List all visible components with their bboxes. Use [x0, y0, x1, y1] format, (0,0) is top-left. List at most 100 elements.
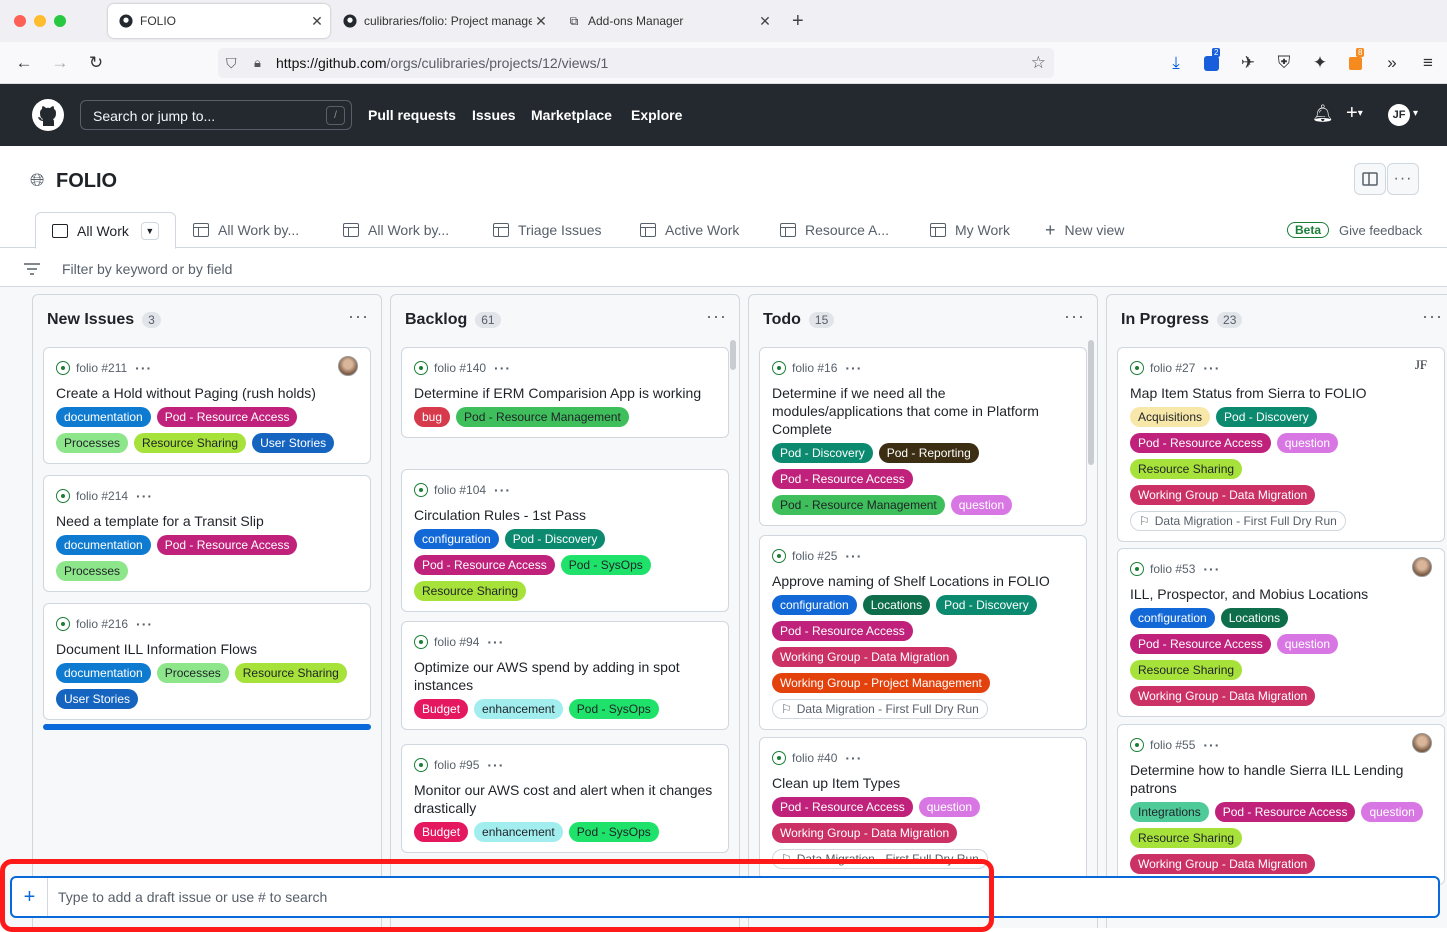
milestone-badge[interactable]: ⚐ Data Migration - First Full Dry Run: [772, 699, 988, 719]
issue-title[interactable]: ILL, Prospector, and Mobius Locations: [1130, 585, 1432, 603]
column-menu-icon[interactable]: ···: [1422, 307, 1443, 325]
issue-ref[interactable]: folio #94: [434, 635, 479, 649]
lock-icon[interactable]: 🔒︎: [254, 55, 272, 71]
label-locations[interactable]: Locations: [1220, 608, 1289, 628]
issue-title[interactable]: Clean up Item Types: [772, 774, 1074, 792]
notification-bell-icon[interactable]: 🔔︎: [1312, 104, 1334, 124]
issue-card[interactable]: folio #27 ··· JF Map Item Status from Sierr…: [1117, 347, 1445, 542]
column-menu-icon[interactable]: ···: [1064, 307, 1085, 325]
project-menu-icon[interactable]: ···: [1387, 163, 1419, 195]
label-budget[interactable]: Budget: [414, 822, 469, 842]
issue-ref[interactable]: folio #40: [792, 751, 837, 765]
create-new-icon[interactable]: +▾: [1346, 102, 1363, 125]
label-pod-discovery[interactable]: Pod - Discovery: [772, 443, 873, 463]
issue-ref[interactable]: folio #55: [1150, 738, 1195, 752]
label-pod-discovery[interactable]: Pod - Discovery: [504, 529, 606, 549]
label-pod-resource-access[interactable]: Pod - Resource Access: [1130, 634, 1271, 654]
minimize-window-button[interactable]: [34, 15, 46, 27]
label-pod-resource-management[interactable]: Pod - Resource Management: [456, 407, 629, 427]
issue-title[interactable]: Monitor our AWS cost and alert when it c…: [414, 781, 716, 817]
label-working-group-data-migration[interactable]: Working Group - Data Migration: [772, 823, 958, 843]
chevron-down-icon[interactable]: ▾: [1413, 108, 1418, 119]
issue-ref[interactable]: folio #104: [434, 483, 486, 497]
filter-bar[interactable]: Filter by keyword or by field: [0, 249, 1447, 287]
tab-my-work[interactable]: My Work: [930, 212, 1010, 248]
issue-card[interactable]: folio #104 ··· Circulation Rules - 1st Pas…: [401, 469, 729, 612]
issue-title[interactable]: Need a template for a Transit Slip: [56, 512, 358, 530]
bookmark-star-icon[interactable]: ☆: [1031, 53, 1046, 73]
browser-tab-folio-repo[interactable]: culibraries/folio: Project manage ✕: [332, 4, 554, 38]
label-user-stories[interactable]: User Stories: [56, 689, 139, 709]
issue-ref[interactable]: folio #214: [76, 489, 128, 503]
card-menu-icon[interactable]: ···: [487, 634, 504, 650]
chevron-down-icon[interactable]: ▼: [140, 221, 159, 240]
issue-card[interactable]: folio #25 ··· Approve naming of Shelf Loca…: [759, 535, 1087, 730]
issue-ref[interactable]: folio #216: [76, 617, 128, 631]
label-budget[interactable]: Budget: [414, 699, 469, 719]
label-pod-resource-access[interactable]: Pod - Resource Access: [1130, 433, 1271, 453]
label-enhancement[interactable]: enhancement: [474, 699, 563, 719]
side-panel-icon[interactable]: [1354, 163, 1386, 195]
card-menu-icon[interactable]: ···: [136, 488, 153, 504]
global-search-input[interactable]: Search or jump to... /: [80, 100, 352, 130]
close-window-button[interactable]: [14, 15, 26, 27]
extension-icon[interactable]: ✈: [1236, 52, 1260, 74]
issue-card[interactable]: folio #211 ··· Create a Hold without Pagin…: [43, 347, 371, 464]
label-pod-resource-access[interactable]: Pod - Resource Access: [156, 535, 298, 555]
label-enhancement[interactable]: enhancement: [474, 822, 563, 842]
label-resource-sharing[interactable]: Resource Sharing: [414, 581, 527, 601]
column-scrollbar[interactable]: [730, 340, 736, 370]
forward-arrow-icon[interactable]: →: [48, 52, 72, 74]
zoom-window-button[interactable]: [54, 15, 66, 27]
tab-resource-a[interactable]: Resource A...: [780, 212, 889, 248]
issue-ref[interactable]: folio #95: [434, 758, 479, 772]
label-locations[interactable]: Locations: [862, 595, 931, 615]
issue-card[interactable]: folio #214 ··· Need a template for a Trans…: [43, 475, 371, 592]
column-menu-icon[interactable]: ···: [706, 307, 727, 325]
close-tab-icon[interactable]: ✕: [532, 13, 550, 30]
new-tab-icon[interactable]: +: [792, 10, 804, 33]
issue-title[interactable]: Map Item Status from Sierra to FOLIO: [1130, 384, 1432, 402]
user-avatar[interactable]: JF: [1388, 104, 1410, 126]
label-resource-sharing[interactable]: Resource Sharing: [1130, 459, 1243, 479]
issue-ref[interactable]: folio #140: [434, 361, 486, 375]
label-pod-discovery[interactable]: Pod - Discovery: [936, 595, 1037, 615]
assignee-avatar[interactable]: [1412, 733, 1432, 753]
label-resource-sharing[interactable]: Resource Sharing: [1130, 660, 1243, 680]
label-documentation[interactable]: documentation: [56, 407, 151, 427]
label-pod-resource-access[interactable]: Pod - Resource Access: [414, 555, 555, 575]
issue-ref[interactable]: folio #16: [792, 361, 837, 375]
tab-active-work[interactable]: Active Work: [640, 212, 739, 248]
label-resource-sharing[interactable]: Resource Sharing: [234, 663, 347, 683]
give-feedback-link[interactable]: Give feedback: [1339, 223, 1422, 238]
tab-all-work-by-2[interactable]: All Work by...: [343, 212, 449, 248]
issue-title[interactable]: Determine if ERM Comparision App is work…: [414, 384, 716, 402]
card-menu-icon[interactable]: ···: [1203, 561, 1220, 577]
close-tab-icon[interactable]: ✕: [756, 13, 774, 30]
label-bug[interactable]: bug: [414, 407, 451, 427]
label-pod-sysops[interactable]: Pod - SysOps: [568, 699, 659, 719]
issue-title[interactable]: Document ILL Information Flows: [56, 640, 358, 658]
issue-ref[interactable]: folio #27: [1150, 361, 1195, 375]
browser-tab-folio[interactable]: FOLIO ✕: [108, 4, 330, 38]
tab-all-work-by-1[interactable]: All Work by...: [193, 212, 299, 248]
label-working-group-data-migration[interactable]: Working Group - Data Migration: [1130, 686, 1316, 706]
issue-card[interactable]: folio #16 ··· Determine if we need all the…: [759, 347, 1087, 526]
issue-title[interactable]: Create a Hold without Paging (rush holds…: [56, 384, 358, 402]
address-bar[interactable]: ⛉ 🔒︎ https://github.com/orgs/culibraries…: [218, 48, 1054, 78]
issue-card[interactable]: folio #140 ··· Determine if ERM Comparisio…: [401, 347, 729, 438]
label-acquisitions[interactable]: Acquisitions: [1130, 407, 1211, 427]
ublock-icon[interactable]: ⛨: [1272, 52, 1296, 74]
label-processes[interactable]: Processes: [56, 561, 129, 581]
card-menu-icon[interactable]: ···: [136, 616, 153, 632]
issue-title[interactable]: Optimize our AWS spend by adding in spot…: [414, 658, 716, 694]
label-documentation[interactable]: documentation: [56, 663, 151, 683]
label-processes[interactable]: Processes: [56, 433, 129, 453]
issue-title[interactable]: Determine if we need all the modules/app…: [772, 384, 1074, 438]
hamburger-menu-icon[interactable]: ≡: [1416, 52, 1440, 74]
label-pod-resource-access[interactable]: Pod - Resource Access: [772, 469, 913, 489]
issue-title[interactable]: Approve naming of Shelf Locations in FOL…: [772, 572, 1074, 590]
label-question[interactable]: question: [1361, 802, 1423, 822]
download-icon[interactable]: ⤓: [1164, 52, 1188, 74]
issue-card[interactable]: folio #216 ··· Document ILL Information Fl…: [43, 603, 371, 720]
